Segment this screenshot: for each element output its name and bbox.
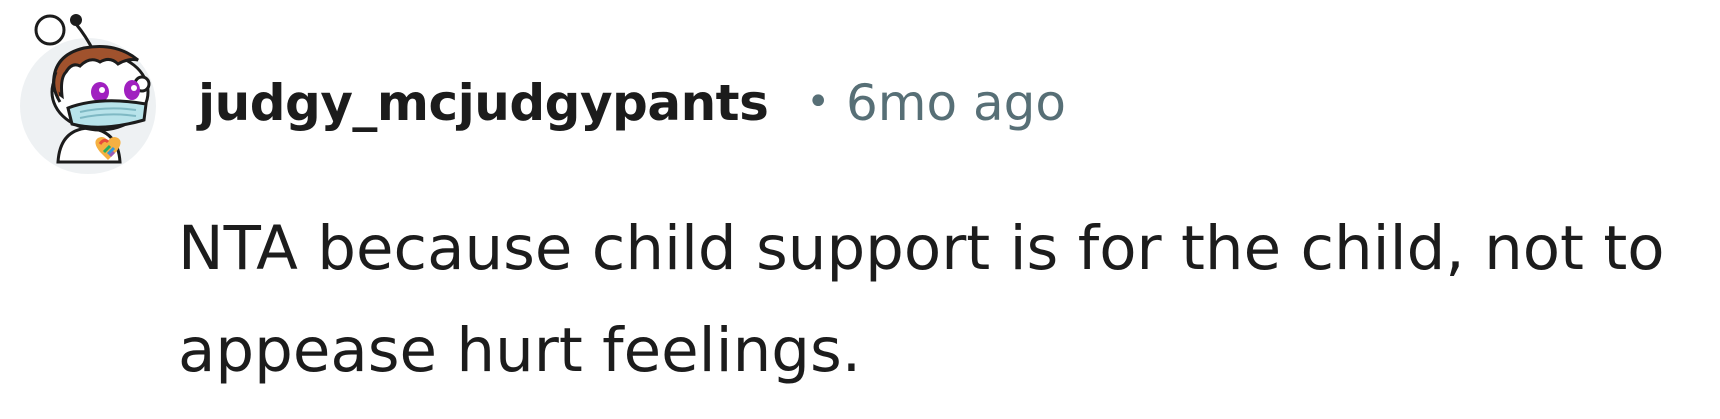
comment-body: NTA because child support is for the chi… [178, 213, 1665, 386]
comment: judgy_mcjudgypants • 6mo ago NTA because… [0, 0, 1720, 419]
author-username[interactable]: judgy_mcjudgypants [198, 74, 769, 132]
user-avatar[interactable] [20, 12, 178, 174]
meta-separator: • [806, 79, 830, 125]
comment-meta: judgy_mcjudgypants • 6mo ago [198, 68, 1066, 138]
snoo-avatar-icon [20, 14, 156, 174]
comment-timestamp[interactable]: 6mo ago [846, 74, 1066, 132]
